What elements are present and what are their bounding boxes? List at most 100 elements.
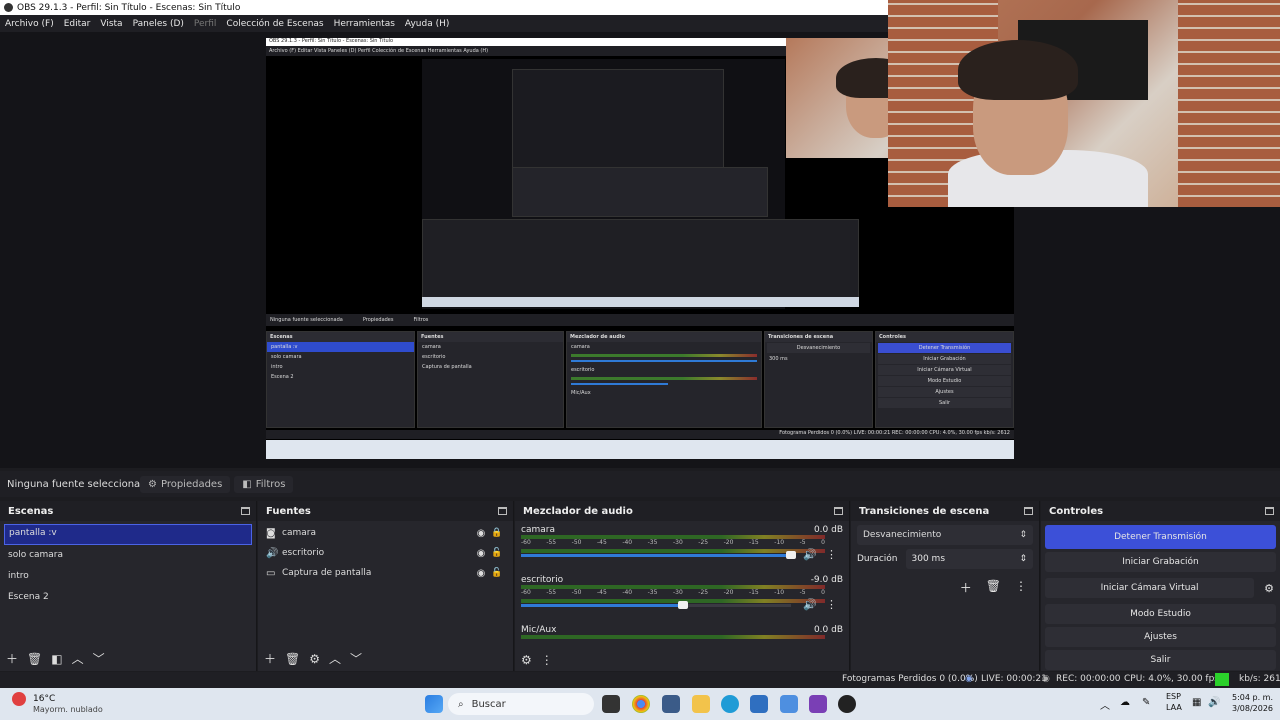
app-icon[interactable] [780, 695, 798, 713]
file-explorer-icon[interactable] [692, 695, 710, 713]
language-secondary[interactable]: LAA [1166, 703, 1182, 712]
lock-icon[interactable]: 🔓 [489, 548, 505, 558]
sources-toolbar: ＋ 🗑 ⚙ ︿ ﹀ [264, 650, 362, 667]
menu-coleccion-escenas[interactable]: Colección de Escenas [221, 19, 328, 29]
more-icon[interactable]: ⋮ [826, 548, 837, 561]
source-item[interactable]: ▭ Captura de pantalla ◉ 🔓 [258, 563, 513, 583]
track-db: 0.0 dB [813, 525, 843, 535]
gear-icon[interactable]: ⚙ [1258, 582, 1280, 595]
eye-icon[interactable]: ◉ [473, 528, 489, 539]
chevron-up-icon[interactable]: ︿ [1100, 697, 1110, 712]
nested-controls-title: Controles [876, 332, 1013, 342]
more-icon[interactable]: ⋮ [826, 598, 837, 611]
nested-source-toolbar: Ninguna fuente seleccionada Propiedades … [266, 314, 1014, 326]
gear-icon[interactable]: ⚙ [521, 653, 532, 667]
duration-field[interactable]: 300 ms ⇕ [905, 549, 1033, 569]
nested-meter [571, 354, 757, 357]
menu-vista[interactable]: Vista [95, 19, 127, 29]
app-icon[interactable] [662, 695, 680, 713]
nested-scenes-dock: Escenas pantalla :v solo camara intro Es… [266, 331, 415, 428]
cloud-icon[interactable]: ☁ [1120, 697, 1130, 708]
task-view-icon[interactable] [602, 695, 620, 713]
undock-icon[interactable] [1265, 507, 1274, 515]
settings-button[interactable]: Ajustes [1045, 627, 1276, 647]
undock-icon[interactable] [834, 507, 843, 515]
speaker-icon[interactable]: 🔊 [803, 598, 817, 611]
menu-paneles[interactable]: Paneles (D) [128, 19, 189, 29]
transition-select[interactable]: Desvanecimiento ⇕ [857, 525, 1033, 545]
weather-icon[interactable] [12, 692, 26, 706]
add-scene-icon[interactable]: ＋ [6, 650, 18, 667]
store-icon[interactable] [750, 695, 768, 713]
nested-level-4-taskbar [422, 297, 859, 307]
chevron-up-icon[interactable]: ︿ [72, 650, 84, 667]
mixer-track: camara 0.0 dB -60 -55 -50 -45 -40 -35 -30 -25 -2… [515, 521, 849, 571]
menu-herramientas[interactable]: Herramientas [329, 19, 400, 29]
app-icon[interactable] [809, 695, 827, 713]
scene-item[interactable]: intro [0, 566, 256, 587]
lock-icon[interactable]: 🔒 [489, 528, 505, 538]
volume-knob[interactable] [786, 551, 796, 559]
obs-taskbar-icon[interactable] [838, 695, 856, 713]
start-virtual-camera-button[interactable]: Iniciar Cámara Virtual [1045, 578, 1255, 598]
db-tick-label: -30 [672, 589, 683, 596]
more-icon[interactable]: ⋮ [541, 653, 553, 667]
taskbar-search[interactable]: ⌕ Buscar [448, 693, 594, 715]
pen-icon[interactable]: ✎ [1142, 697, 1150, 708]
clock-time[interactable]: 5:04 p. m. [1232, 693, 1273, 702]
edge-icon[interactable] [721, 695, 739, 713]
volume-icon[interactable]: 🔊 [1208, 697, 1220, 708]
volume-knob[interactable] [678, 601, 688, 609]
undock-icon[interactable] [241, 507, 250, 515]
search-placeholder: Buscar [471, 698, 506, 710]
controls-title: Controles [1049, 505, 1104, 517]
speaker-icon[interactable]: 🔊 [803, 548, 817, 561]
trash-icon[interactable]: 🗑 [27, 652, 42, 666]
db-tick-label: -50 [571, 589, 582, 596]
menu-perfil[interactable]: Perfil [189, 19, 222, 29]
live-time: LIVE: 00:00:21 [981, 674, 1047, 684]
exit-button[interactable]: Salir [1045, 650, 1276, 670]
monitor-icon: ▭ [266, 567, 276, 579]
source-name: Captura de pantalla [282, 568, 372, 578]
gear-icon[interactable]: ⚙ [309, 652, 320, 666]
filters-button[interactable]: ◧ Filtros [234, 475, 294, 493]
eye-icon[interactable]: ◉ [473, 568, 489, 579]
source-item[interactable]: ◙ camara ◉ 🔒 [258, 523, 513, 543]
menu-ayuda[interactable]: Ayuda (H) [400, 19, 454, 29]
windows-start-icon[interactable] [425, 695, 443, 713]
start-recording-button[interactable]: Iniciar Grabación [1045, 552, 1276, 572]
menu-editar[interactable]: Editar [59, 19, 96, 29]
network-icon[interactable]: ▦ [1192, 697, 1201, 708]
more-icon[interactable]: ⋮ [1015, 579, 1027, 596]
volume-slider[interactable] [521, 601, 791, 609]
properties-button[interactable]: ⚙ Propiedades [140, 475, 231, 493]
undock-icon[interactable] [498, 507, 507, 515]
stop-stream-button[interactable]: Detener Transmisión [1045, 525, 1276, 549]
clock-date[interactable]: 3/08/2026 [1232, 704, 1273, 713]
chevron-up-icon[interactable]: ︿ [329, 650, 341, 667]
studio-mode-button[interactable]: Modo Estudio [1045, 604, 1276, 624]
volume-slider[interactable] [521, 551, 796, 559]
lock-icon[interactable]: 🔓 [489, 568, 505, 578]
trash-icon[interactable]: 🗑 [986, 579, 1001, 596]
trash-icon[interactable]: 🗑 [285, 652, 300, 666]
chrome-icon[interactable] [632, 695, 650, 713]
windows-taskbar: 16°C Mayorm. nublado ⌕ Buscar ︿ ☁ ✎ ESP … [0, 688, 1280, 720]
obs-app-icon [4, 3, 13, 12]
scene-item[interactable]: solo camara [0, 545, 256, 566]
eye-icon[interactable]: ◉ [473, 548, 489, 559]
scene-item[interactable]: Escena 2 [0, 587, 256, 608]
add-icon[interactable]: ＋ [960, 579, 972, 596]
language-primary[interactable]: ESP [1166, 692, 1181, 701]
scene-item[interactable]: pantalla :v [4, 524, 252, 545]
add-source-icon[interactable]: ＋ [264, 650, 276, 667]
chevron-down-icon[interactable]: ﹀ [93, 650, 105, 667]
chevron-down-icon[interactable]: ﹀ [350, 650, 362, 667]
nested-source-item: Captura de pantalla [422, 364, 472, 370]
source-item[interactable]: 🔊 escritorio ◉ 🔓 [258, 543, 513, 563]
undock-icon[interactable] [1024, 507, 1033, 515]
filter-icon[interactable]: ◧ [51, 652, 62, 666]
nested-scene-item: solo camara [271, 354, 302, 360]
menu-archivo[interactable]: Archivo (F) [0, 19, 59, 29]
